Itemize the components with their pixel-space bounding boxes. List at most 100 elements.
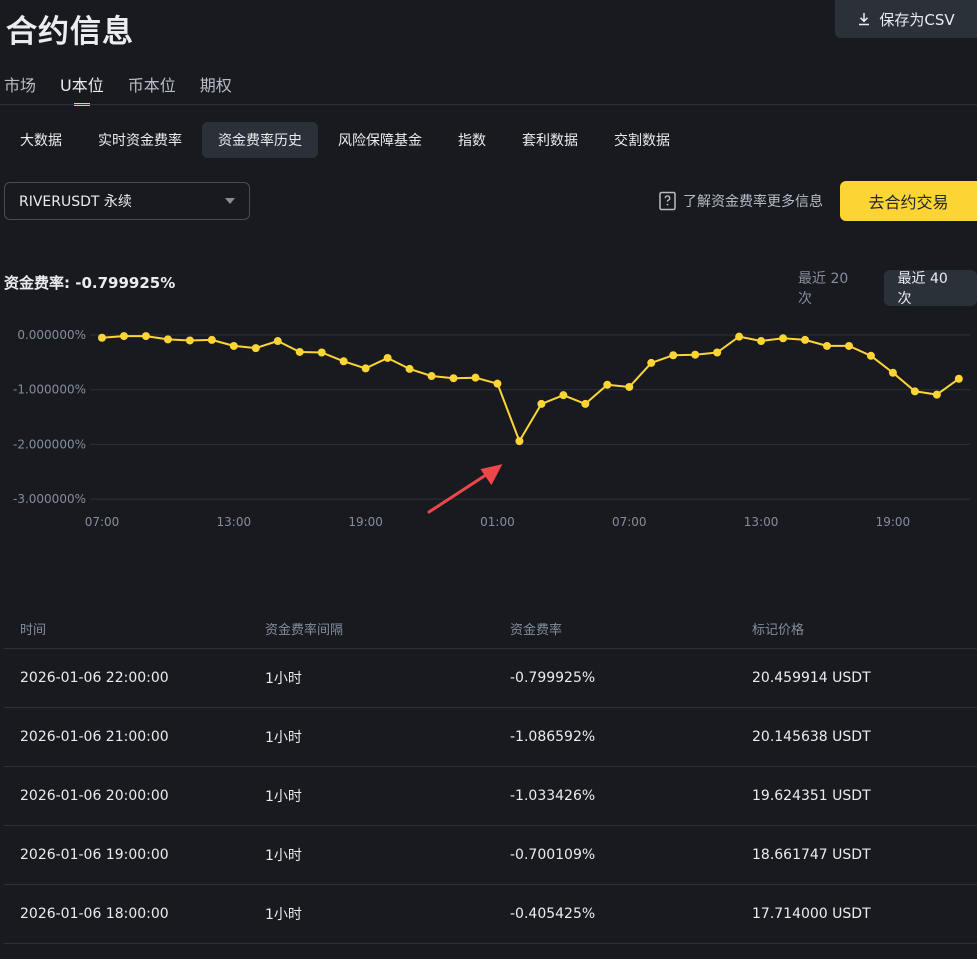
caret-down-icon [225, 198, 235, 204]
data-point [954, 374, 963, 383]
data-point [581, 399, 590, 408]
x-tick-label: 19:00 [348, 515, 383, 529]
data-point [207, 335, 216, 344]
subtab-insurance-fund[interactable]: 风险保障基金 [322, 122, 438, 158]
x-tick-label: 07:00 [612, 515, 647, 529]
data-point [361, 364, 370, 373]
subtab-big-data[interactable]: 大数据 [4, 122, 78, 158]
funding-rate-chart: 0.000000%-1.000000%-2.000000%-3.000000% … [13, 328, 970, 529]
data-point [844, 341, 853, 350]
cell-mark-price: 20.459914 USDT [752, 670, 871, 686]
data-point [185, 336, 194, 345]
symbol-select[interactable]: RIVERUSDT 永续 [4, 182, 250, 220]
range-toggle: 最近 20 次 最近 40 次 [784, 270, 977, 307]
tab-market[interactable]: 市场 [4, 72, 36, 106]
cell-mark-price: 17.714000 USDT [752, 906, 871, 922]
x-tick-label: 07:00 [85, 515, 120, 529]
cell-time: 2026-01-06 18:00:00 [20, 906, 169, 922]
data-point [823, 341, 832, 350]
sub-tabs: 大数据 实时资金费率 资金费率历史 风险保障基金 指数 套利数据 交割数据 [4, 122, 686, 158]
table-row: 2026-01-06 22:00:00 1小时 -0.799925% 20.45… [4, 649, 977, 708]
data-point [625, 382, 634, 391]
cell-mark-price: 18.661747 USDT [752, 847, 871, 863]
table-row: 2026-01-06 20:00:00 1小时 -1.033426% 19.62… [4, 767, 977, 826]
series-line [101, 335, 960, 443]
cell-interval: 1小时 [265, 848, 302, 864]
y-tick-label: 0.000000% [17, 328, 86, 342]
x-tick-label: 13:00 [744, 515, 779, 529]
y-tick-label: -1.000000% [13, 383, 86, 397]
download-icon [859, 13, 870, 26]
annotation-layer [427, 464, 503, 514]
chart-grid [90, 334, 970, 500]
header-mark-price[interactable]: 标记价格 [738, 619, 977, 638]
data-point [251, 344, 260, 353]
cell-funding-rate: -1.033426% [510, 788, 596, 804]
save-csv-label: 保存为CSV [879, 10, 955, 29]
subtab-realtime-funding[interactable]: 实时资金费率 [82, 122, 198, 158]
data-point [449, 374, 458, 383]
subtab-delivery[interactable]: 交割数据 [598, 122, 686, 158]
data-point [493, 379, 502, 388]
tab-usdt-m[interactable]: U本位 [60, 72, 104, 106]
subtab-funding-history[interactable]: 资金费率历史 [202, 122, 318, 158]
data-point [801, 335, 810, 344]
data-point [119, 332, 128, 341]
data-point [735, 332, 744, 341]
x-axis-labels: 07:00 13:00 19:00 01:00 07:00 13:00 19:00 [85, 515, 911, 529]
data-point [888, 368, 897, 377]
learn-more-link[interactable]: 了解资金费率更多信息 [658, 191, 823, 211]
subtab-index[interactable]: 指数 [442, 122, 502, 158]
y-axis-labels: 0.000000% -1.000000% -2.000000% -3.000000% [13, 328, 86, 506]
tab-coin-m[interactable]: 币本位 [128, 72, 176, 106]
table-row: 2026-01-06 21:00:00 1小时 -1.086592% 20.14… [4, 708, 977, 767]
cell-time: 2026-01-06 19:00:00 [20, 847, 169, 863]
header-time: 时间 [20, 622, 47, 638]
cell-funding-rate: -1.086592% [510, 729, 596, 745]
cell-funding-rate: -0.799925% [510, 670, 596, 686]
data-point [603, 380, 612, 389]
data-point [713, 348, 722, 357]
data-point [537, 399, 546, 408]
chart-points-layer [98, 332, 963, 446]
data-point [339, 357, 348, 366]
data-point [866, 351, 875, 360]
recent-40-button[interactable]: 最近 40 次 [883, 270, 977, 307]
cell-mark-price: 19.624351 USDT [752, 788, 871, 804]
go-trade-button[interactable]: 去合约交易 [840, 181, 977, 221]
table-row: 2026-01-06 19:00:00 1小时 -0.700109% 18.66… [4, 826, 977, 885]
data-point [317, 348, 326, 357]
page-title: 合约信息 [6, 14, 134, 50]
header-interval: 资金费率间隔 [265, 622, 344, 638]
symbol-select-value: RIVERUSDT 永续 [19, 194, 132, 210]
funding-rate-label: 资金费率: -0.799925% [4, 274, 176, 292]
save-csv-button[interactable]: 保存为CSV [835, 0, 977, 38]
y-tick-label: -3.000000% [13, 492, 86, 506]
data-point [273, 337, 282, 346]
cell-mark-price: 20.145638 USDT [752, 729, 871, 745]
data-point [691, 350, 700, 359]
data-point [98, 333, 106, 342]
data-point [559, 391, 568, 400]
data-point [427, 372, 436, 381]
data-point [515, 437, 524, 446]
data-point [779, 334, 788, 343]
x-tick-label: 13:00 [217, 515, 252, 529]
data-point [910, 387, 919, 396]
data-point [295, 347, 304, 356]
data-point [669, 351, 678, 360]
table-header: 时间 资金费率间隔 资金费率 标记价格 [4, 608, 977, 649]
table-row: 2026-01-06 18:00:00 1小时 -0.405425% 17.71… [4, 885, 977, 944]
cell-interval: 1小时 [265, 789, 302, 805]
recent-20-button[interactable]: 最近 20 次 [784, 270, 878, 307]
data-point [405, 364, 414, 373]
market-tabs: 市场 U本位 币本位 期权 [4, 72, 232, 106]
subtab-arbitrage[interactable]: 套利数据 [506, 122, 594, 158]
data-point [471, 373, 480, 382]
tab-options[interactable]: 期权 [200, 72, 232, 106]
cell-interval: 1小时 [265, 671, 302, 687]
x-tick-label: 19:00 [876, 515, 911, 529]
data-point [229, 341, 238, 350]
cell-funding-rate: -0.405425% [510, 906, 596, 922]
data-point [383, 353, 392, 362]
